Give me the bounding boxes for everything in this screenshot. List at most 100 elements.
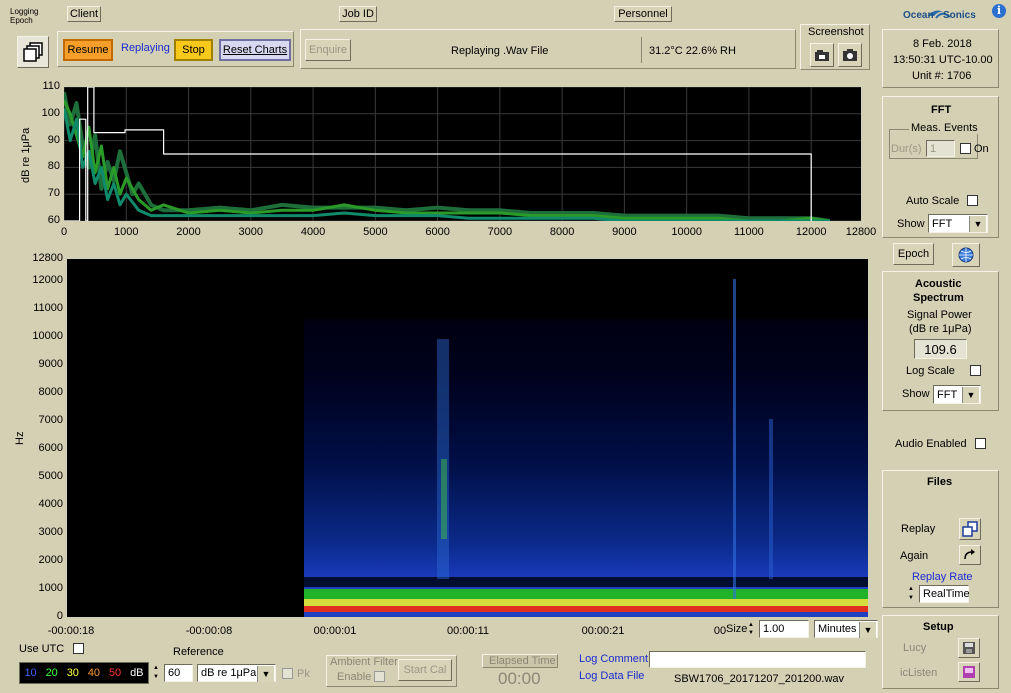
screenshot-capture-button[interactable]: [838, 43, 862, 67]
resume-button[interactable]: Resume: [63, 39, 113, 61]
spectrogram-x-tick: 00:00:01: [313, 625, 357, 637]
log-comment-input[interactable]: [649, 651, 866, 668]
spectrogram-y-tick: 12800: [32, 252, 63, 264]
rate-up-icon[interactable]: ▲: [908, 585, 917, 594]
chevron-down-icon[interactable]: ▼: [962, 387, 979, 403]
audio-enabled-checkbox[interactable]: [975, 438, 986, 449]
epoch-window-button[interactable]: [17, 36, 49, 68]
setup-title: Setup: [923, 621, 954, 633]
replay-button[interactable]: [959, 518, 981, 540]
spectrum-y-tick: 60: [47, 214, 60, 226]
status-text: Replaying .Wav File: [451, 45, 549, 57]
spectrum-x-tick: 1000: [114, 226, 139, 238]
size-down-icon[interactable]: ▼: [748, 629, 757, 637]
personnel-button[interactable]: Personnel: [614, 6, 672, 22]
reference-up-icon[interactable]: ▲: [153, 664, 162, 673]
spectrogram-y-tick: 5000: [38, 470, 63, 483]
fft-show-select[interactable]: FFT ▼: [928, 214, 988, 233]
status-divider: [641, 37, 642, 63]
logo-text-ocean: Ocean: [903, 10, 934, 21]
ocean-sonics-logo: Ocean Sonics: [900, 4, 982, 24]
size-unit-value: Minutes: [818, 623, 857, 635]
spectrogram-svg: [304, 279, 868, 617]
size-stepper[interactable]: ▲ ▼: [748, 621, 757, 637]
spectrogram-plot[interactable]: [67, 259, 868, 617]
spectrogram-event-3: [733, 279, 736, 599]
iclisten-device-icon: [963, 666, 975, 678]
acoustic-show-label: Show: [902, 388, 930, 400]
chevron-down-icon[interactable]: ▼: [257, 666, 274, 682]
dur-input[interactable]: 1: [926, 140, 955, 157]
reference-input[interactable]: 60: [164, 664, 193, 682]
on-checkbox[interactable]: [960, 143, 971, 154]
scale-40: 40: [87, 667, 101, 679]
spectrum-x-tick: 9000: [612, 226, 637, 238]
acoustic-show-select[interactable]: FFT ▼: [933, 385, 981, 404]
reference-unit-value: dB re 1μPa: [201, 667, 257, 679]
log-comment-label: Log Comment: [579, 653, 649, 665]
enable-checkbox[interactable]: [374, 671, 385, 682]
info-icon[interactable]: i: [992, 4, 1006, 18]
client-button[interactable]: Client: [67, 6, 101, 22]
screenshot-label: Screenshot: [808, 26, 864, 38]
replay-rate-stepper[interactable]: ▲ ▼: [908, 585, 917, 603]
spectrum-series-0: [62, 92, 831, 223]
windows-stack-icon: [23, 42, 43, 62]
globe-button[interactable]: [952, 243, 980, 267]
fft-show-label: Show: [897, 218, 925, 230]
again-label: Again: [900, 550, 929, 562]
spectrogram-yellow-band: [304, 599, 868, 607]
unit-readout: Unit #: 1706: [912, 70, 972, 82]
lucy-button[interactable]: [958, 638, 980, 658]
start-cal-button[interactable]: Start Cal: [398, 659, 452, 681]
size-up-icon[interactable]: ▲: [748, 621, 757, 629]
time-readout: 13:50:31 UTC-10.00: [893, 54, 993, 66]
epoch-button[interactable]: Epoch: [893, 243, 934, 265]
pk-checkbox[interactable]: [282, 668, 293, 679]
spectrogram-event-4: [769, 419, 773, 579]
reference-down-icon[interactable]: ▼: [153, 673, 162, 682]
replay-label: Replay: [901, 523, 936, 535]
reference-stepper[interactable]: ▲ ▼: [153, 664, 162, 682]
spectrum-x-tick: 5000: [363, 226, 388, 238]
acoustic-title: Acoustic: [915, 278, 962, 290]
use-utc-checkbox[interactable]: [73, 643, 84, 654]
spectrogram-x-tick: 00: [713, 625, 727, 637]
job-id-button[interactable]: Job ID: [339, 6, 377, 22]
rate-down-icon[interactable]: ▼: [908, 594, 917, 603]
spectrum-x-tick: 2000: [176, 226, 201, 238]
spectrogram-x-tick: 00:00:11: [446, 625, 490, 637]
size-unit-select[interactable]: Minutes ▼: [814, 620, 878, 638]
again-button[interactable]: [959, 545, 981, 565]
reset-charts-button[interactable]: Reset Charts: [219, 39, 291, 61]
stop-button[interactable]: Stop: [174, 39, 213, 61]
logo-text-sonics: Sonics: [943, 10, 976, 21]
spectrogram-y-tick: 2000: [38, 554, 63, 567]
auto-scale-checkbox[interactable]: [967, 195, 978, 206]
spectrum-plot[interactable]: [62, 86, 861, 223]
scale-db-unit: dB: [130, 667, 144, 679]
scale-30: 30: [66, 667, 79, 679]
chevron-down-icon[interactable]: ▼: [969, 216, 986, 232]
environment-readout: 31.2°C 22.6% RH: [649, 45, 736, 57]
size-label: Size: [726, 623, 748, 635]
spectrogram-y-axis-label: Hz: [14, 431, 26, 445]
chevron-down-icon[interactable]: ▼: [859, 622, 876, 638]
replay-rate-input[interactable]: RealTime: [919, 585, 970, 603]
size-input[interactable]: 1.00: [759, 620, 809, 638]
spectrogram-event-2: [441, 459, 447, 539]
spectrum-y-tick: 70: [47, 187, 60, 200]
spectrogram-y-tick: 3000: [38, 526, 63, 539]
spectrum-svg: [62, 86, 861, 223]
logging-label: Logging: [10, 7, 39, 16]
spectrum-y-tick: 100: [41, 106, 60, 119]
reference-unit-select[interactable]: dB re 1μPa ▼: [197, 664, 276, 682]
spectrum-y-tick: 80: [47, 160, 60, 173]
lucy-label: Lucy: [903, 642, 927, 654]
iclisten-button[interactable]: [958, 662, 980, 682]
date-readout: 8 Feb. 2018: [913, 38, 972, 50]
screenshot-save-button[interactable]: [810, 43, 834, 67]
log-scale-checkbox[interactable]: [970, 365, 981, 376]
enquire-button[interactable]: Enquire: [305, 39, 351, 61]
spectrogram-energy: [304, 319, 868, 617]
